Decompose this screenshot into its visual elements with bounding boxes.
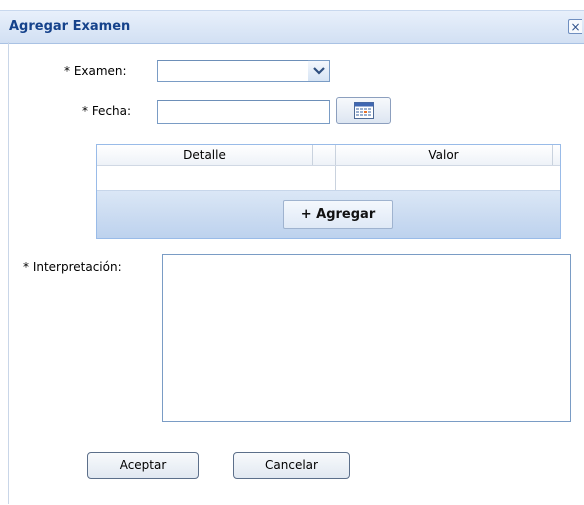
column-resize-handle[interactable] xyxy=(312,145,313,165)
grid-header: Detalle Valor xyxy=(97,145,560,166)
add-row-button[interactable]: + Agregar xyxy=(283,200,393,229)
examen-dropdown-button[interactable] xyxy=(308,60,330,82)
agregar-examen-dialog: Agregar Examen × * Examen: * Fecha: Deta… xyxy=(0,0,584,505)
grid-toolbar: + Agregar xyxy=(97,191,560,238)
examen-combo-input[interactable] xyxy=(157,60,309,82)
interpretacion-label: * Interpretación: xyxy=(23,260,122,274)
cancel-button[interactable]: Cancelar xyxy=(233,452,350,479)
interpretacion-textarea[interactable] xyxy=(162,254,571,422)
chevron-down-icon xyxy=(312,67,325,75)
calendar-icon xyxy=(353,102,374,119)
dialog-left-border xyxy=(8,42,9,504)
column-resize-handle[interactable] xyxy=(552,145,553,165)
accept-button[interactable]: Aceptar xyxy=(87,452,199,479)
dialog-titlebar[interactable]: Agregar Examen × xyxy=(0,10,584,44)
fecha-label: * Fecha: xyxy=(82,104,132,118)
dialog-title: Agregar Examen xyxy=(9,19,131,34)
fecha-input[interactable] xyxy=(157,100,330,124)
table-row[interactable] xyxy=(97,166,560,191)
close-icon[interactable]: × xyxy=(568,19,582,34)
calendar-button[interactable] xyxy=(336,97,391,124)
column-header-detalle[interactable]: Detalle xyxy=(97,145,312,165)
detalle-valor-grid: Detalle Valor + Agregar xyxy=(96,144,561,239)
examen-label: * Examen: xyxy=(64,64,127,78)
column-header-valor[interactable]: Valor xyxy=(336,145,551,165)
cell-divider xyxy=(335,166,336,190)
